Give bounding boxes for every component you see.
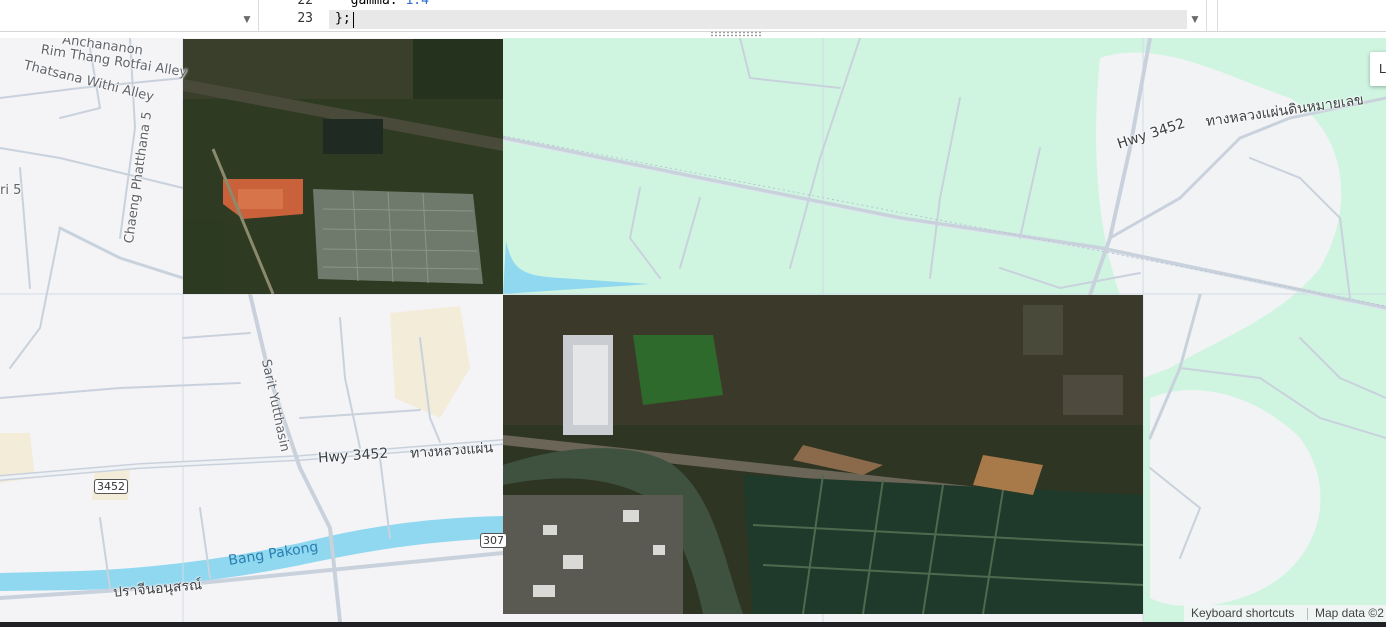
map-canvas[interactable]: Anchananon Rim Thang Rotfai Alley Thatsa… [0,38,1386,622]
satellite-tile [183,39,503,294]
route-shield: 3452 [94,479,128,494]
map-layer-button[interactable]: L [1370,52,1386,86]
map-attribution: Keyboard shortcuts Map data ©2 [1184,605,1386,622]
code-editor-strip: ▼ 22 23 gamma: 1.4 }; ▼ [0,0,1386,32]
panel-resize-handle[interactable] [710,31,762,37]
right-panel-edge [1206,0,1218,31]
code-editor[interactable]: 22 23 gamma: 1.4 }; ▼ [259,0,1205,31]
keyboard-shortcuts-link[interactable]: Keyboard shortcuts [1191,605,1294,622]
code-text: gamma: [335,0,406,8]
attribution-divider [1307,608,1308,620]
map-data-link[interactable]: Map data ©2 [1315,605,1384,622]
active-line-highlight [329,10,1187,29]
street-label: ri 5 [0,183,22,198]
line-number-gutter: 22 23 [267,0,327,31]
code-line[interactable]: gamma: 1.4 [335,0,429,8]
text-cursor [353,12,354,28]
line-number: 23 [297,11,313,26]
chevron-down-icon[interactable]: ▼ [1187,12,1203,26]
code-line[interactable]: }; [335,11,351,26]
line-number: 22 [297,0,313,8]
satellite-tile [503,295,1143,614]
bottom-bar [0,622,1386,627]
route-shield: 307 [480,533,507,548]
scripts-panel-edge: ▼ [0,0,259,31]
chevron-down-icon[interactable]: ▼ [239,12,255,26]
code-number-token: 1.4 [405,0,429,8]
